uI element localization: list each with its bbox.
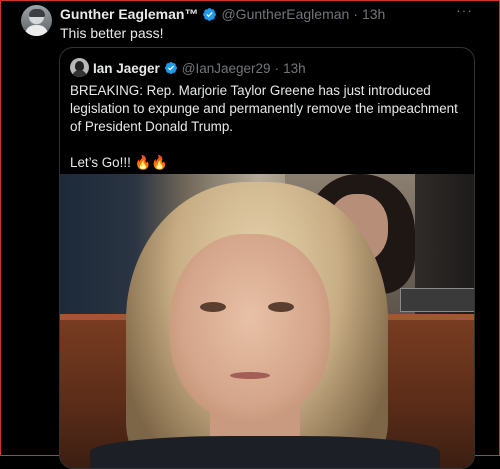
- cap-shape: [29, 9, 45, 17]
- avatar[interactable]: [21, 5, 52, 36]
- quoted-tweet-photo[interactable]: [60, 174, 474, 468]
- verified-icon: [203, 7, 217, 21]
- photo-subject-face: [170, 234, 330, 420]
- author-name[interactable]: Gunther Eagleman™: [60, 6, 198, 22]
- photo-subject-jacket: [90, 436, 440, 468]
- tweet-header: Gunther Eagleman™ @GuntherEagleman · 13h: [60, 5, 385, 23]
- separator-dot: ·: [353, 6, 358, 22]
- quoted-text-paragraph: Let’s Go!!! 🔥🔥: [70, 155, 168, 170]
- shirt-shape: [25, 25, 48, 36]
- quoted-timestamp[interactable]: 13h: [283, 61, 306, 76]
- quoted-tweet[interactable]: Ian Jaeger @IanJaeger29 · 13h BREAKING: …: [59, 47, 475, 469]
- quoted-tweet-text: BREAKING: Rep. Marjorie Taylor Greene ha…: [70, 82, 464, 172]
- quoted-author-handle[interactable]: @IanJaeger29: [182, 61, 271, 76]
- quoted-text-paragraph: BREAKING: Rep. Marjorie Taylor Greene ha…: [70, 83, 458, 134]
- tweet-text: This better pass!: [60, 25, 164, 41]
- quoted-author-name[interactable]: Ian Jaeger: [93, 61, 160, 76]
- quoted-avatar[interactable]: [70, 58, 89, 77]
- timestamp[interactable]: 13h: [362, 6, 385, 22]
- avatar-body-shape: [72, 70, 87, 77]
- photo-subject-eye-left: [200, 302, 226, 312]
- separator-dot: ·: [274, 60, 280, 76]
- quoted-header: Ian Jaeger @IanJaeger29 · 13h: [93, 60, 306, 76]
- photo-nameplate: [400, 288, 474, 312]
- more-options-icon[interactable]: ···: [456, 2, 473, 18]
- author-handle[interactable]: @GuntherEagleman: [221, 6, 349, 22]
- photo-subject-eye-right: [268, 302, 294, 312]
- tweet[interactable]: Gunther Eagleman™ @GuntherEagleman · 13h…: [0, 0, 500, 469]
- verified-icon: [164, 62, 177, 74]
- photo-subject-mouth: [230, 372, 270, 379]
